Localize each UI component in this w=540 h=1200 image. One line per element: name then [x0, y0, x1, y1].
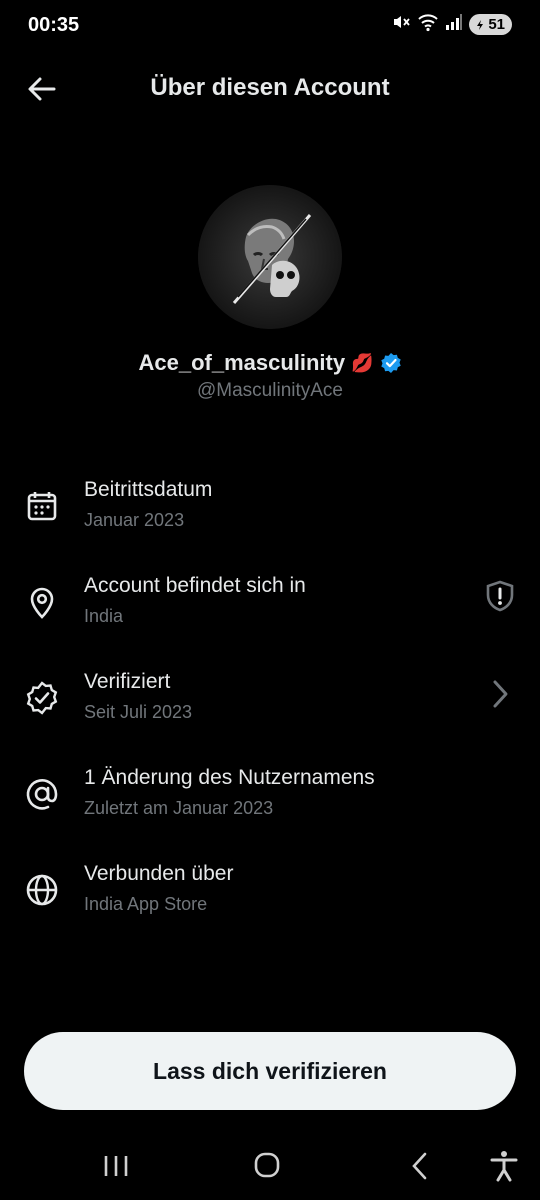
- get-verified-button[interactable]: Lass dich verifizieren: [24, 1032, 516, 1110]
- row-location: Account befindet sich in India: [0, 566, 540, 662]
- wifi-icon: [417, 12, 439, 37]
- verified-badge-icon: [26, 681, 58, 715]
- at-sign-icon: [26, 779, 58, 810]
- shield-alert-icon[interactable]: [482, 578, 518, 614]
- avatar-image: [198, 185, 342, 329]
- chevron-right-icon: [493, 680, 508, 708]
- handle: @MasculinityAce: [197, 380, 343, 401]
- avatar[interactable]: [198, 185, 342, 329]
- row-value: India: [84, 606, 124, 626]
- signal-icon: [445, 13, 463, 36]
- row-label: Verifiziert: [84, 670, 171, 693]
- display-name: Ace_of_masculinity: [138, 350, 346, 375]
- status-time: 00:35: [28, 14, 80, 36]
- row-label: Beitrittsdatum: [84, 478, 213, 501]
- status-bar: 00:35 51: [0, 0, 540, 52]
- globe-icon: [26, 874, 58, 906]
- row-label: Verbunden über: [84, 862, 234, 885]
- account-info-list: Beitrittsdatum Januar 2023 Account befin…: [0, 470, 540, 950]
- row-connected-via: Verbunden über India App Store: [0, 854, 540, 950]
- calendar-icon: [27, 492, 57, 521]
- profile-info: Ace_of_masculinity 💋 @MasculinityAce: [0, 350, 540, 402]
- accessibility-icon[interactable]: [484, 1148, 524, 1184]
- row-value: Januar 2023: [84, 510, 185, 530]
- location-pin-icon: [30, 587, 54, 619]
- row-value: Seit Juli 2023: [84, 702, 193, 722]
- verified-check-icon: [380, 353, 401, 373]
- lips-emoji: 💋: [351, 352, 374, 373]
- row-join-date: Beitrittsdatum Januar 2023: [0, 470, 540, 566]
- home-icon[interactable]: [247, 1148, 287, 1184]
- page-title: Über diesen Account: [150, 74, 390, 101]
- row-username-changes: 1 Änderung des Nutzernamens Zuletzt am J…: [0, 758, 540, 854]
- mute-icon: [391, 12, 411, 37]
- status-icons: 51: [391, 12, 512, 37]
- battery-level: 51: [488, 16, 505, 33]
- row-value: India App Store: [84, 894, 208, 914]
- row-verified[interactable]: Verifiziert Seit Juli 2023: [0, 662, 540, 758]
- back-icon[interactable]: [400, 1148, 440, 1184]
- row-value: Zuletzt am Januar 2023: [84, 798, 274, 818]
- row-label: 1 Änderung des Nutzernamens: [84, 766, 375, 789]
- system-nav-bar: [0, 1130, 540, 1200]
- display-name-row: Ace_of_masculinity 💋: [138, 350, 401, 376]
- recents-icon[interactable]: [96, 1148, 136, 1184]
- header: Über diesen Account: [0, 60, 540, 116]
- battery-icon: 51: [469, 14, 512, 35]
- row-label: Account befindet sich in: [84, 574, 306, 597]
